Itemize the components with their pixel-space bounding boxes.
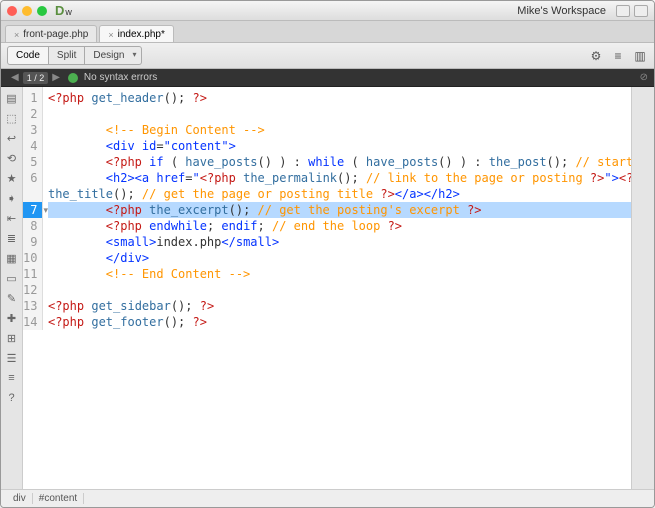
tool-star-icon[interactable]: ★ (5, 171, 19, 185)
workspace-label[interactable]: Mike's Workspace (517, 5, 612, 17)
tab-label: front-page.php (23, 29, 88, 40)
logo-main: D (55, 3, 64, 18)
app-window: Dw Mike's Workspace × front-page.php × ind… (0, 0, 655, 508)
error-message: No syntax errors (84, 72, 157, 83)
tab-label: index.php* (118, 29, 165, 40)
panel-icon[interactable]: ▥ (632, 48, 648, 64)
close-tab-icon[interactable]: × (14, 30, 19, 40)
status-tag[interactable]: div (7, 493, 33, 504)
layout-icon[interactable] (634, 5, 648, 17)
tool-css-icon[interactable]: ⊞ (5, 331, 19, 345)
code-area[interactable]: <?php get_header(); ?> <!-- Begin Conten… (48, 87, 632, 330)
tool-edit-icon[interactable]: ✎ (5, 291, 19, 305)
sliders-icon[interactable]: ≡ (610, 48, 626, 64)
line-gutter[interactable]: 1234567891011121314 (23, 87, 43, 330)
error-close-icon[interactable]: ⊘ (640, 72, 648, 83)
tab-front-page[interactable]: × front-page.php (5, 25, 97, 42)
close-tab-icon[interactable]: × (108, 30, 113, 40)
status-ok-icon (68, 73, 78, 83)
right-gutter (632, 87, 654, 489)
app-logo: Dw (55, 3, 72, 18)
tool-pin-icon[interactable]: ✚ (5, 311, 19, 325)
next-error-icon[interactable]: ▶ (52, 72, 60, 83)
gear-icon[interactable]: ⚙ (588, 48, 604, 64)
tool-indent-icon[interactable]: ➧ (5, 191, 19, 205)
tab-index[interactable]: × index.php* (99, 25, 174, 42)
tool-outdent-icon[interactable]: ⇤ (5, 211, 19, 225)
code-toolbar: ▤ ⬚ ↩ ⟲ ★ ➧ ⇤ ≣ ▦ ▭ ✎ ✚ ⊞ ☰ ≡ ? (1, 87, 23, 489)
tool-help-icon[interactable]: ? (5, 391, 19, 405)
close-icon[interactable] (7, 6, 17, 16)
zoom-icon[interactable] (37, 6, 47, 16)
view-split-button[interactable]: Split (49, 46, 85, 65)
tool-box-icon[interactable]: ▭ (5, 271, 19, 285)
sync-icon[interactable] (616, 5, 630, 17)
code-editor[interactable]: 1234567891011121314 ▾ <?php get_header()… (23, 87, 632, 489)
view-toolbar: Code Split Design ⚙ ≡ ▥ (1, 43, 654, 69)
view-design-button[interactable]: Design (85, 46, 141, 65)
tool-file-icon[interactable]: ▤ (5, 91, 19, 105)
document-tabs: × front-page.php × index.php* (1, 21, 654, 43)
tool-bars-icon[interactable]: ≡ (5, 371, 19, 385)
prev-error-icon[interactable]: ◀ (11, 72, 19, 83)
logo-sub: w (65, 7, 72, 17)
tool-format-icon[interactable]: ⟲ (5, 151, 19, 165)
status-bar: div #content (1, 489, 654, 507)
error-bar: ◀ 1 / 2 ▶ No syntax errors ⊘ (1, 69, 654, 87)
tool-grid-icon[interactable]: ▦ (5, 251, 19, 265)
view-code-button[interactable]: Code (7, 46, 49, 65)
error-nav-count: 1 / 2 (23, 72, 49, 84)
tool-wrap-icon[interactable]: ↩ (5, 131, 19, 145)
tool-lines-icon[interactable]: ≣ (5, 231, 19, 245)
tool-dom-icon[interactable]: ⬚ (5, 111, 19, 125)
title-bar: Dw Mike's Workspace (1, 1, 654, 21)
status-selector[interactable]: #content (33, 493, 84, 504)
main-area: ▤ ⬚ ↩ ⟲ ★ ➧ ⇤ ≣ ▦ ▭ ✎ ✚ ⊞ ☰ ≡ ? 12345678… (1, 87, 654, 489)
window-controls (7, 6, 47, 16)
tool-list-icon[interactable]: ☰ (5, 351, 19, 365)
minimize-icon[interactable] (22, 6, 32, 16)
